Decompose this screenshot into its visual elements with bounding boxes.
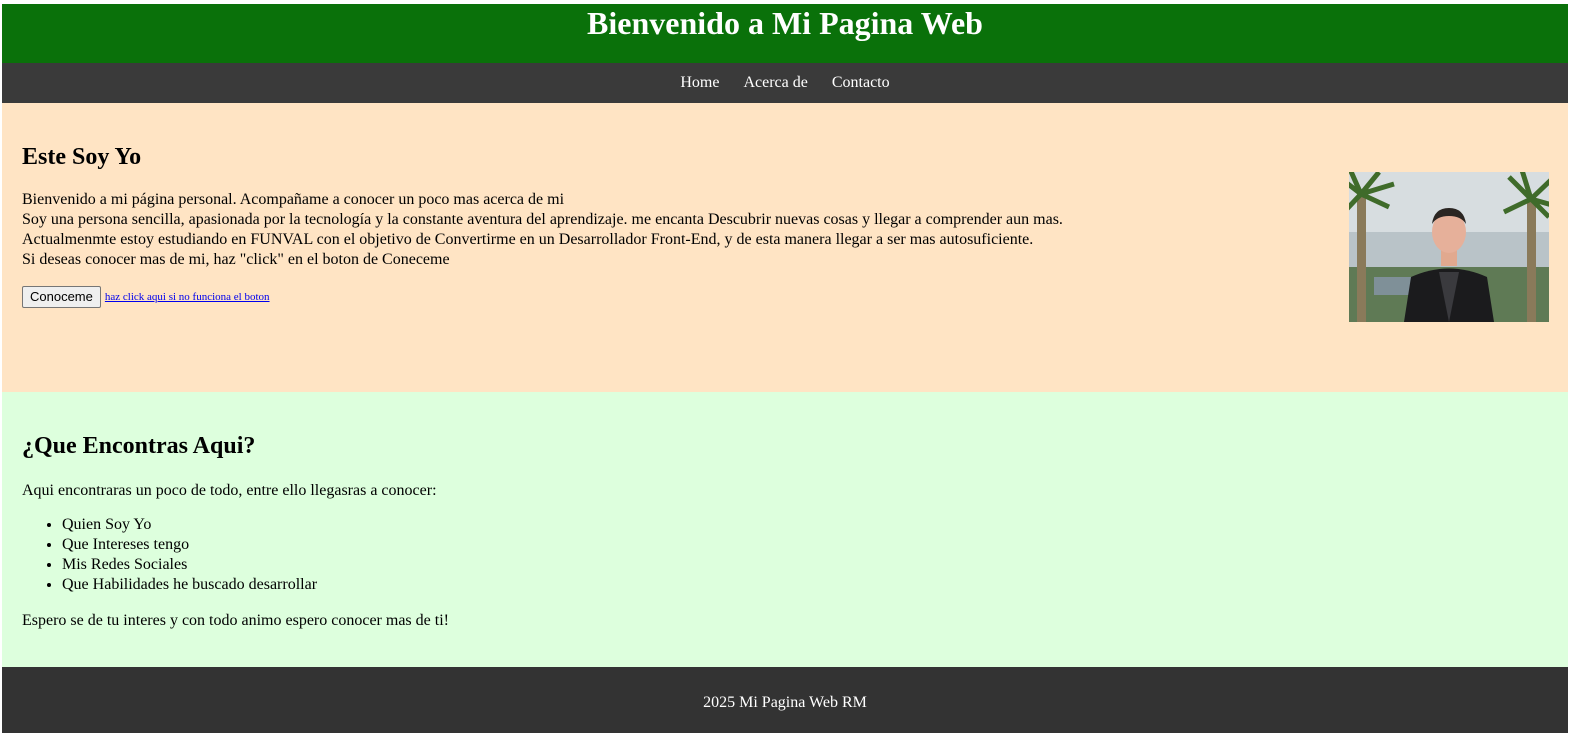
site-header: Bienvenido a Mi Pagina Web bbox=[2, 4, 1568, 63]
about-actions: Conoceme haz click aqui si no funciona e… bbox=[22, 286, 270, 308]
nav-link-home[interactable]: Home bbox=[668, 63, 731, 103]
footer-text: 2025 Mi Pagina Web RM bbox=[703, 694, 867, 711]
page: Bienvenido a Mi Pagina Web Home Acerca d… bbox=[2, 4, 1568, 733]
about-section: Este Soy Yo Bienvenido a mi página perso… bbox=[2, 103, 1568, 392]
features-outro: Espero se de tu interes y con todo animo… bbox=[22, 612, 449, 629]
about-line: Actualmenmte estoy estudiando en FUNVAL … bbox=[22, 231, 1034, 248]
features-section: ¿Que Encontras Aqui? Aqui encontraras un… bbox=[2, 392, 1568, 667]
about-line: Soy una persona sencilla, apasionada por… bbox=[22, 211, 1063, 228]
nav-link-about[interactable]: Acerca de bbox=[731, 63, 819, 103]
conoceme-button[interactable]: Conoceme bbox=[22, 286, 101, 308]
about-line: Bienvenido a mi página personal. Acompañ… bbox=[22, 191, 565, 208]
list-item: Que Habilidades he buscado desarrollar bbox=[62, 575, 317, 595]
profile-photo bbox=[1349, 172, 1549, 322]
features-list: Quien Soy Yo Que Intereses tengo Mis Red… bbox=[22, 515, 317, 595]
about-title: Este Soy Yo bbox=[22, 144, 142, 170]
site-footer: 2025 Mi Pagina Web RM bbox=[2, 667, 1568, 733]
nav-link-contact[interactable]: Contacto bbox=[820, 63, 902, 103]
features-intro: Aqui encontraras un poco de todo, entre … bbox=[22, 482, 437, 499]
fallback-link[interactable]: haz click aqui si no funciona el boton bbox=[105, 291, 270, 303]
list-item: Quien Soy Yo bbox=[62, 515, 317, 535]
features-title: ¿Que Encontras Aqui? bbox=[22, 433, 256, 459]
main-nav: Home Acerca de Contacto bbox=[2, 63, 1568, 103]
list-item: Mis Redes Sociales bbox=[62, 555, 317, 575]
about-text: Bienvenido a mi página personal. Acompañ… bbox=[22, 190, 1063, 270]
list-item: Que Intereses tengo bbox=[62, 535, 317, 555]
about-line: Si deseas conocer mas de mi, haz "click"… bbox=[22, 251, 450, 268]
page-title: Bienvenido a Mi Pagina Web bbox=[587, 5, 983, 41]
